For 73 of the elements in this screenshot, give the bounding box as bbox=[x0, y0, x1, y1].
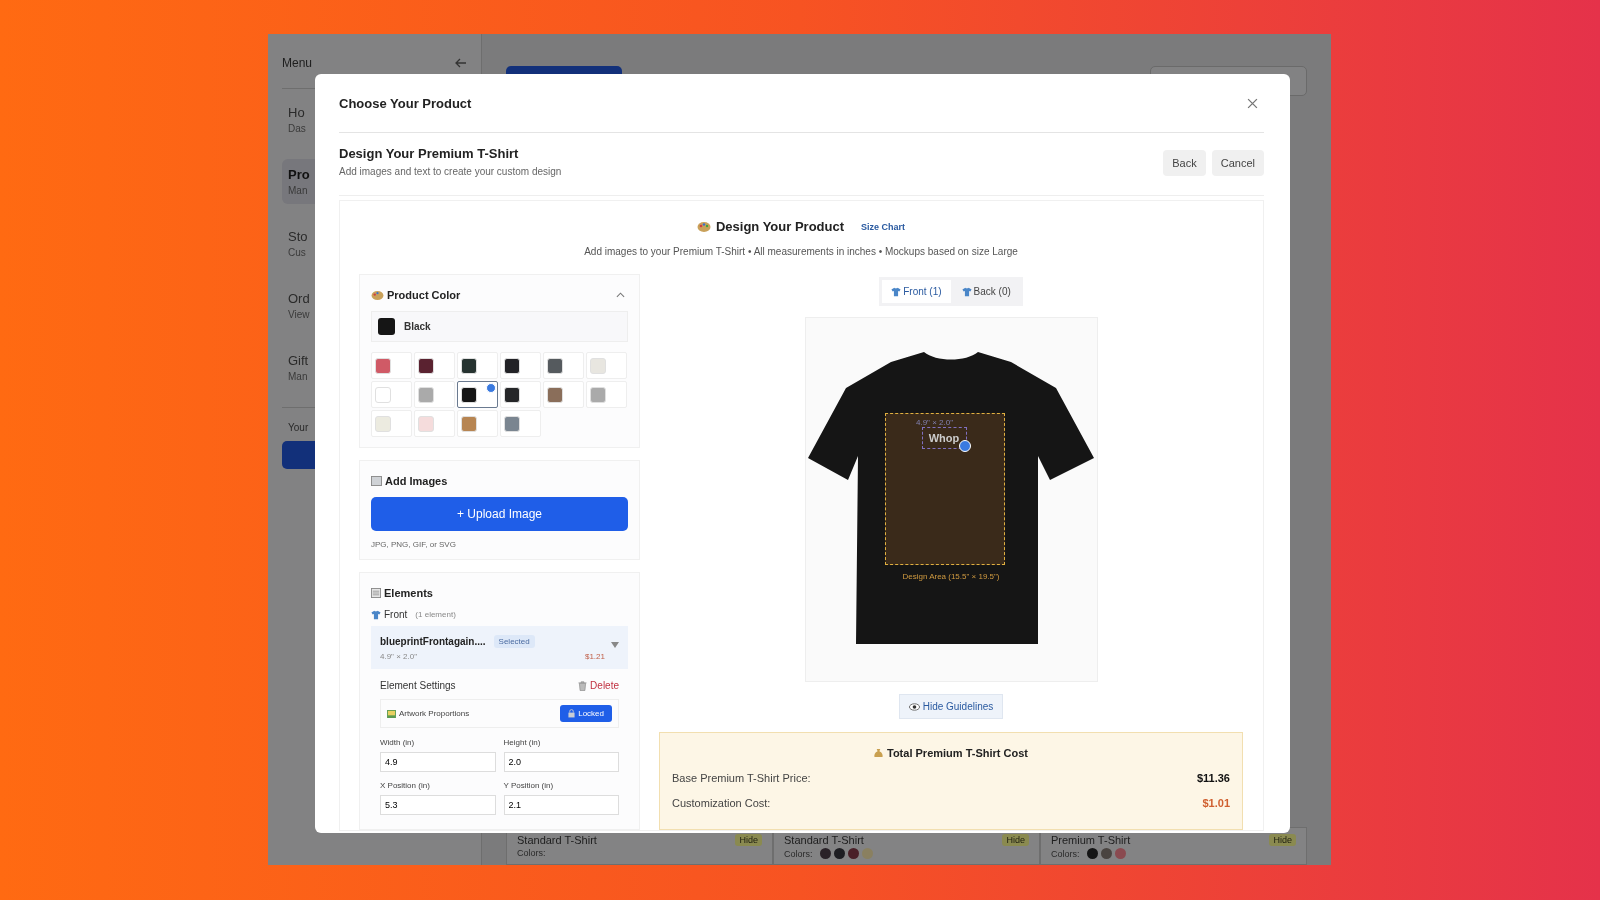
header-button[interactable]: Cancel bbox=[1211, 150, 1264, 176]
field-label: Y Position (in) bbox=[503, 781, 555, 790]
arrow-left-icon[interactable] bbox=[455, 58, 467, 68]
hide-badge[interactable]: Hide bbox=[1269, 834, 1296, 846]
header-button[interactable]: Back bbox=[1163, 150, 1206, 176]
delete-button[interactable]: Delete bbox=[578, 680, 619, 691]
artwork-size-label: 4.9" × 2.0" bbox=[914, 418, 954, 427]
product-name: Standard T-Shirt bbox=[517, 834, 597, 846]
palette-icon bbox=[371, 289, 384, 301]
side-label: Front bbox=[384, 609, 408, 620]
colors-label: Colors: bbox=[784, 848, 813, 859]
element-size: 4.9" × 2.0" bbox=[380, 652, 418, 661]
artwork-text: Whop bbox=[928, 432, 960, 444]
product-name: Standard T-Shirt bbox=[784, 834, 864, 846]
lock-icon bbox=[568, 709, 576, 718]
proportions-label: Artwork Proportions bbox=[399, 709, 470, 718]
money-bag-icon bbox=[874, 747, 883, 759]
colors-label: Colors: bbox=[517, 848, 546, 858]
t-shirt-icon bbox=[371, 609, 381, 620]
modal-title: Choose Your Product bbox=[339, 95, 472, 111]
size-chart-link[interactable]: Size Chart bbox=[861, 221, 906, 232]
chevron-up-icon[interactable] bbox=[616, 292, 625, 298]
field-label: Width (in) bbox=[380, 738, 416, 747]
menu-title: Menu bbox=[282, 56, 313, 70]
number-field[interactable]: 5.3 bbox=[380, 795, 496, 815]
designer-title: Design Your Product bbox=[715, 219, 845, 234]
upload-button[interactable]: + Upload Image bbox=[371, 497, 628, 531]
cost-title: Total Premium T-Shirt Cost bbox=[887, 747, 1028, 759]
view-tab[interactable]: Back (0) bbox=[952, 280, 1020, 303]
hide-badge[interactable]: Hide bbox=[735, 834, 762, 846]
resize-handle[interactable] bbox=[958, 440, 971, 452]
number-field[interactable]: 2.0 bbox=[503, 752, 619, 772]
panel-title: Product Color bbox=[387, 289, 461, 301]
element-count: (1 element) bbox=[415, 610, 456, 619]
image-icon bbox=[387, 709, 396, 718]
panel-title: Elements bbox=[384, 587, 433, 599]
eye-icon bbox=[908, 702, 920, 711]
color-option[interactable] bbox=[457, 381, 498, 408]
hide-guidelines-button[interactable]: Hide Guidelines bbox=[898, 694, 1004, 719]
field-label: X Position (in) bbox=[380, 781, 431, 790]
field-label: Height (in) bbox=[503, 738, 542, 747]
hide-badge[interactable]: Hide bbox=[1002, 834, 1029, 846]
element-item[interactable]: blueprintFrontagain.... Selected 4.9" × 2.0" $1.21 bbox=[371, 626, 628, 669]
trash-icon bbox=[578, 680, 588, 691]
settings-title: Element Settings bbox=[380, 680, 456, 691]
close-icon[interactable] bbox=[1247, 97, 1258, 109]
cost-label: Base Premium T-Shirt Price: bbox=[672, 772, 811, 784]
colors-label: Colors: bbox=[1051, 848, 1080, 859]
number-field[interactable]: 4.9 bbox=[380, 752, 496, 772]
number-field[interactable]: 2.1 bbox=[503, 795, 619, 815]
selected-badge: Selected bbox=[493, 634, 535, 648]
cost-label: Customization Cost: bbox=[672, 797, 771, 809]
section-title: Design Your Premium T-Shirt bbox=[339, 146, 520, 161]
image-icon bbox=[371, 476, 382, 486]
designer-subtitle: Add images to your Premium T-Shirt • All measurements in inches • Mockups based on size Large bbox=[583, 246, 1019, 257]
t-shirt-icon bbox=[961, 286, 972, 297]
color-name: Black bbox=[404, 321, 431, 332]
cost-value: $11.36 bbox=[1196, 772, 1230, 784]
color-swatch bbox=[378, 318, 395, 335]
design-area-label: Design Area (15.5" × 19.5") bbox=[901, 572, 1001, 581]
product-name: Premium T-Shirt bbox=[1051, 834, 1131, 846]
view-tab[interactable]: Front (1) bbox=[882, 280, 951, 303]
lock-button[interactable]: Locked bbox=[560, 705, 612, 722]
caret-icon[interactable] bbox=[611, 642, 619, 648]
element-name: blueprintFrontagain.... bbox=[380, 635, 486, 647]
list-icon bbox=[371, 588, 381, 598]
section-subtitle: Add images and text to create your custom design bbox=[339, 166, 562, 177]
palette-icon bbox=[696, 220, 711, 233]
element-price: $1.21 bbox=[584, 652, 605, 661]
t-shirt-icon bbox=[891, 286, 902, 297]
panel-title: Add Images bbox=[385, 475, 448, 487]
file-types-hint: JPG, PNG, GIF, or SVG bbox=[371, 540, 457, 549]
cost-value: $1.01 bbox=[1202, 797, 1230, 809]
